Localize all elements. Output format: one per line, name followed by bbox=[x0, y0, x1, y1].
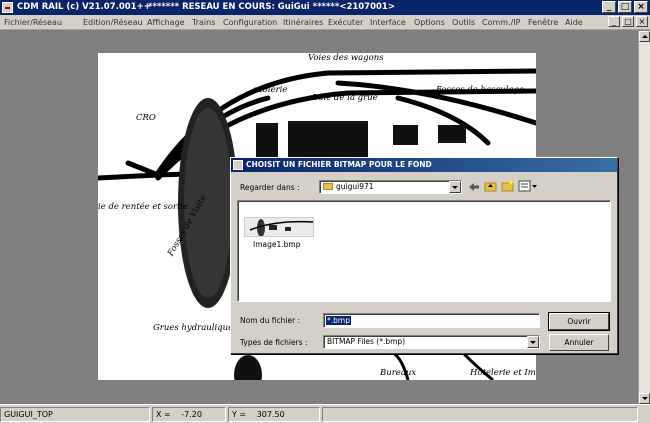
mdi-close-button[interactable]: × bbox=[636, 16, 648, 27]
close-button[interactable]: × bbox=[634, 1, 648, 13]
map-label-voies-wagons: Voies des wagons bbox=[308, 53, 384, 63]
menu-options[interactable]: Options bbox=[414, 16, 445, 29]
scroll-down-button[interactable] bbox=[639, 393, 650, 404]
menu-executer[interactable]: Exécuter bbox=[328, 16, 363, 29]
map-label-cro: CRO bbox=[136, 113, 156, 123]
menu-affichage[interactable]: Affichage bbox=[147, 16, 185, 29]
map-label-bureaux: Bureaux bbox=[380, 368, 417, 378]
back-arrow-icon[interactable] bbox=[468, 182, 480, 192]
map-label-grues-hydraulique: Grues hydraulique bbox=[153, 323, 234, 333]
lookin-dropdown-arrow[interactable] bbox=[449, 181, 461, 193]
vertical-scrollbar[interactable] bbox=[638, 31, 650, 404]
view-menu-icon[interactable] bbox=[518, 180, 538, 192]
status-y: Y = 307.50 bbox=[228, 407, 320, 422]
status-x: X = -7.20 bbox=[152, 407, 226, 422]
cancel-button[interactable]: Annuler bbox=[549, 334, 609, 351]
menu-edition[interactable]: Edition/Réseau bbox=[83, 16, 143, 29]
map-label-fosses-basculage: Fosses de basculage bbox=[436, 85, 524, 95]
filetype-dropdown-arrow[interactable] bbox=[527, 336, 539, 348]
lookin-value: guigui971 bbox=[336, 182, 374, 191]
bitmap-file-dialog: CHOISIT UN FICHIER BITMAP POUR LE FOND R… bbox=[230, 157, 618, 354]
map-label-voie-grue: Voie de la grue bbox=[313, 93, 378, 103]
filetype-value: BITMAP Files (*.bmp) bbox=[327, 337, 406, 346]
layer-name: GUIGUI_TOP bbox=[4, 410, 53, 419]
y-value: 307.50 bbox=[256, 410, 285, 419]
app-icon[interactable] bbox=[2, 2, 13, 13]
status-layer: GUIGUI_TOP bbox=[0, 407, 150, 422]
open-button[interactable]: Ouvrir bbox=[548, 312, 610, 331]
menu-configuration[interactable]: Configuration bbox=[223, 16, 277, 29]
maximize-button[interactable]: □ bbox=[618, 1, 632, 13]
filename-input[interactable]: *.bmp bbox=[323, 313, 540, 328]
filetype-label: Types de fichiers : bbox=[240, 338, 308, 347]
dialog-title: CHOISIT UN FICHIER BITMAP POUR LE FOND bbox=[246, 160, 432, 169]
map-label-sablerie: sablerie bbox=[253, 85, 288, 95]
lookin-label: Regarder dans : bbox=[240, 183, 300, 192]
menu-comm-ip[interactable]: Comm./IP bbox=[482, 16, 521, 29]
menu-aide[interactable]: Aide bbox=[565, 16, 583, 29]
up-folder-icon[interactable] bbox=[484, 180, 497, 192]
dialog-title-bar: CHOISIT UN FICHIER BITMAP POUR LE FOND bbox=[231, 158, 617, 172]
filetype-combo[interactable]: BITMAP Files (*.bmp) bbox=[323, 335, 540, 349]
mdi-restore-button[interactable]: □ bbox=[622, 16, 634, 27]
filename-label: Nom du fichier : bbox=[240, 316, 301, 325]
new-folder-icon[interactable] bbox=[501, 180, 514, 192]
window-title: CDM RAIL (c) V21.07.001++ bbox=[17, 2, 151, 12]
folder-icon bbox=[323, 182, 333, 190]
y-label: Y = bbox=[232, 410, 247, 419]
menu-trains[interactable]: Trains bbox=[192, 16, 215, 29]
filename-value: *.bmp bbox=[326, 316, 351, 325]
status-extra bbox=[322, 407, 638, 422]
map-label-hotelerie: Hôtelerie et Immobilier bbox=[470, 368, 536, 378]
map-label-rentee-sortie: ie de rentée et sortie bbox=[98, 202, 189, 212]
scroll-up-button[interactable] bbox=[639, 31, 650, 42]
menu-outils[interactable]: Outils bbox=[452, 16, 475, 29]
bitmap-thumbnail-icon bbox=[245, 218, 313, 236]
menu-itineraires[interactable]: Itinéraires bbox=[283, 16, 323, 29]
status-bar: GUIGUI_TOP X = -7.20 Y = 307.50 bbox=[0, 404, 650, 423]
file-name-image1[interactable]: Image1.bmp bbox=[253, 240, 300, 249]
menu-bar: Fichier/Réseau Edition/Réseau Affichage … bbox=[0, 15, 650, 30]
menu-fenetre[interactable]: Fenêtre bbox=[528, 16, 558, 29]
menu-interface[interactable]: Interface bbox=[370, 16, 406, 29]
x-label: X = bbox=[156, 410, 171, 419]
file-list[interactable] bbox=[237, 200, 611, 302]
menu-fichier[interactable]: Fichier/Réseau bbox=[4, 16, 62, 29]
image1-thumbnail[interactable] bbox=[244, 217, 314, 237]
mdi-minimize-button[interactable]: _ bbox=[608, 16, 620, 27]
x-value: -7.20 bbox=[181, 410, 202, 419]
network-status: ******* RESEAU EN COURS: GuiGui ******<2… bbox=[148, 2, 395, 12]
lookin-combo[interactable]: guigui971 bbox=[319, 180, 462, 194]
title-bar: CDM RAIL (c) V21.07.001++ ******* RESEAU… bbox=[0, 0, 650, 15]
dialog-app-icon bbox=[233, 160, 243, 170]
minimize-button[interactable]: _ bbox=[602, 1, 616, 13]
